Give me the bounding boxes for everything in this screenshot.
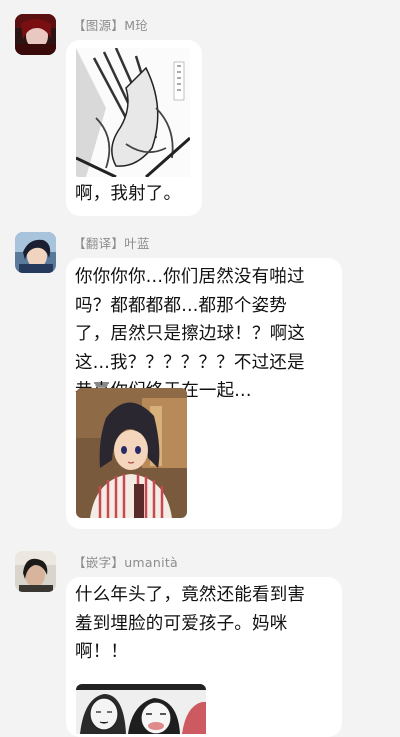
author-name: M玱 [124,18,149,33]
message-text: 啊，我射了。 [75,184,182,204]
sender-name[interactable]: 【图源】M玱 [73,15,148,34]
author-name: umanità [124,555,179,570]
sender-name[interactable]: 【翻译】叶蓝 [73,233,150,252]
sender-name[interactable]: 【嵌字】umanità [73,552,178,571]
message-text: 你你你你...你们居然没有啪过 吗？都都都都...都那个姿势 了，居然只是擦边球… [75,267,306,401]
avatar[interactable] [15,551,56,592]
message-text: 什么年头了，竟然还能看到害 羞到埋脸的可爱孩子。妈咪 啊！！ [75,585,306,662]
avatar[interactable] [15,14,56,55]
author-name: 叶蓝 [124,236,150,251]
anime-girl-image[interactable] [76,388,187,518]
avatar[interactable] [15,232,56,273]
role-tag: 【翻译】 [73,236,125,251]
role-tag: 【图源】 [73,18,125,33]
manga-panel-image[interactable] [76,48,190,177]
role-tag: 【嵌字】 [73,555,125,570]
